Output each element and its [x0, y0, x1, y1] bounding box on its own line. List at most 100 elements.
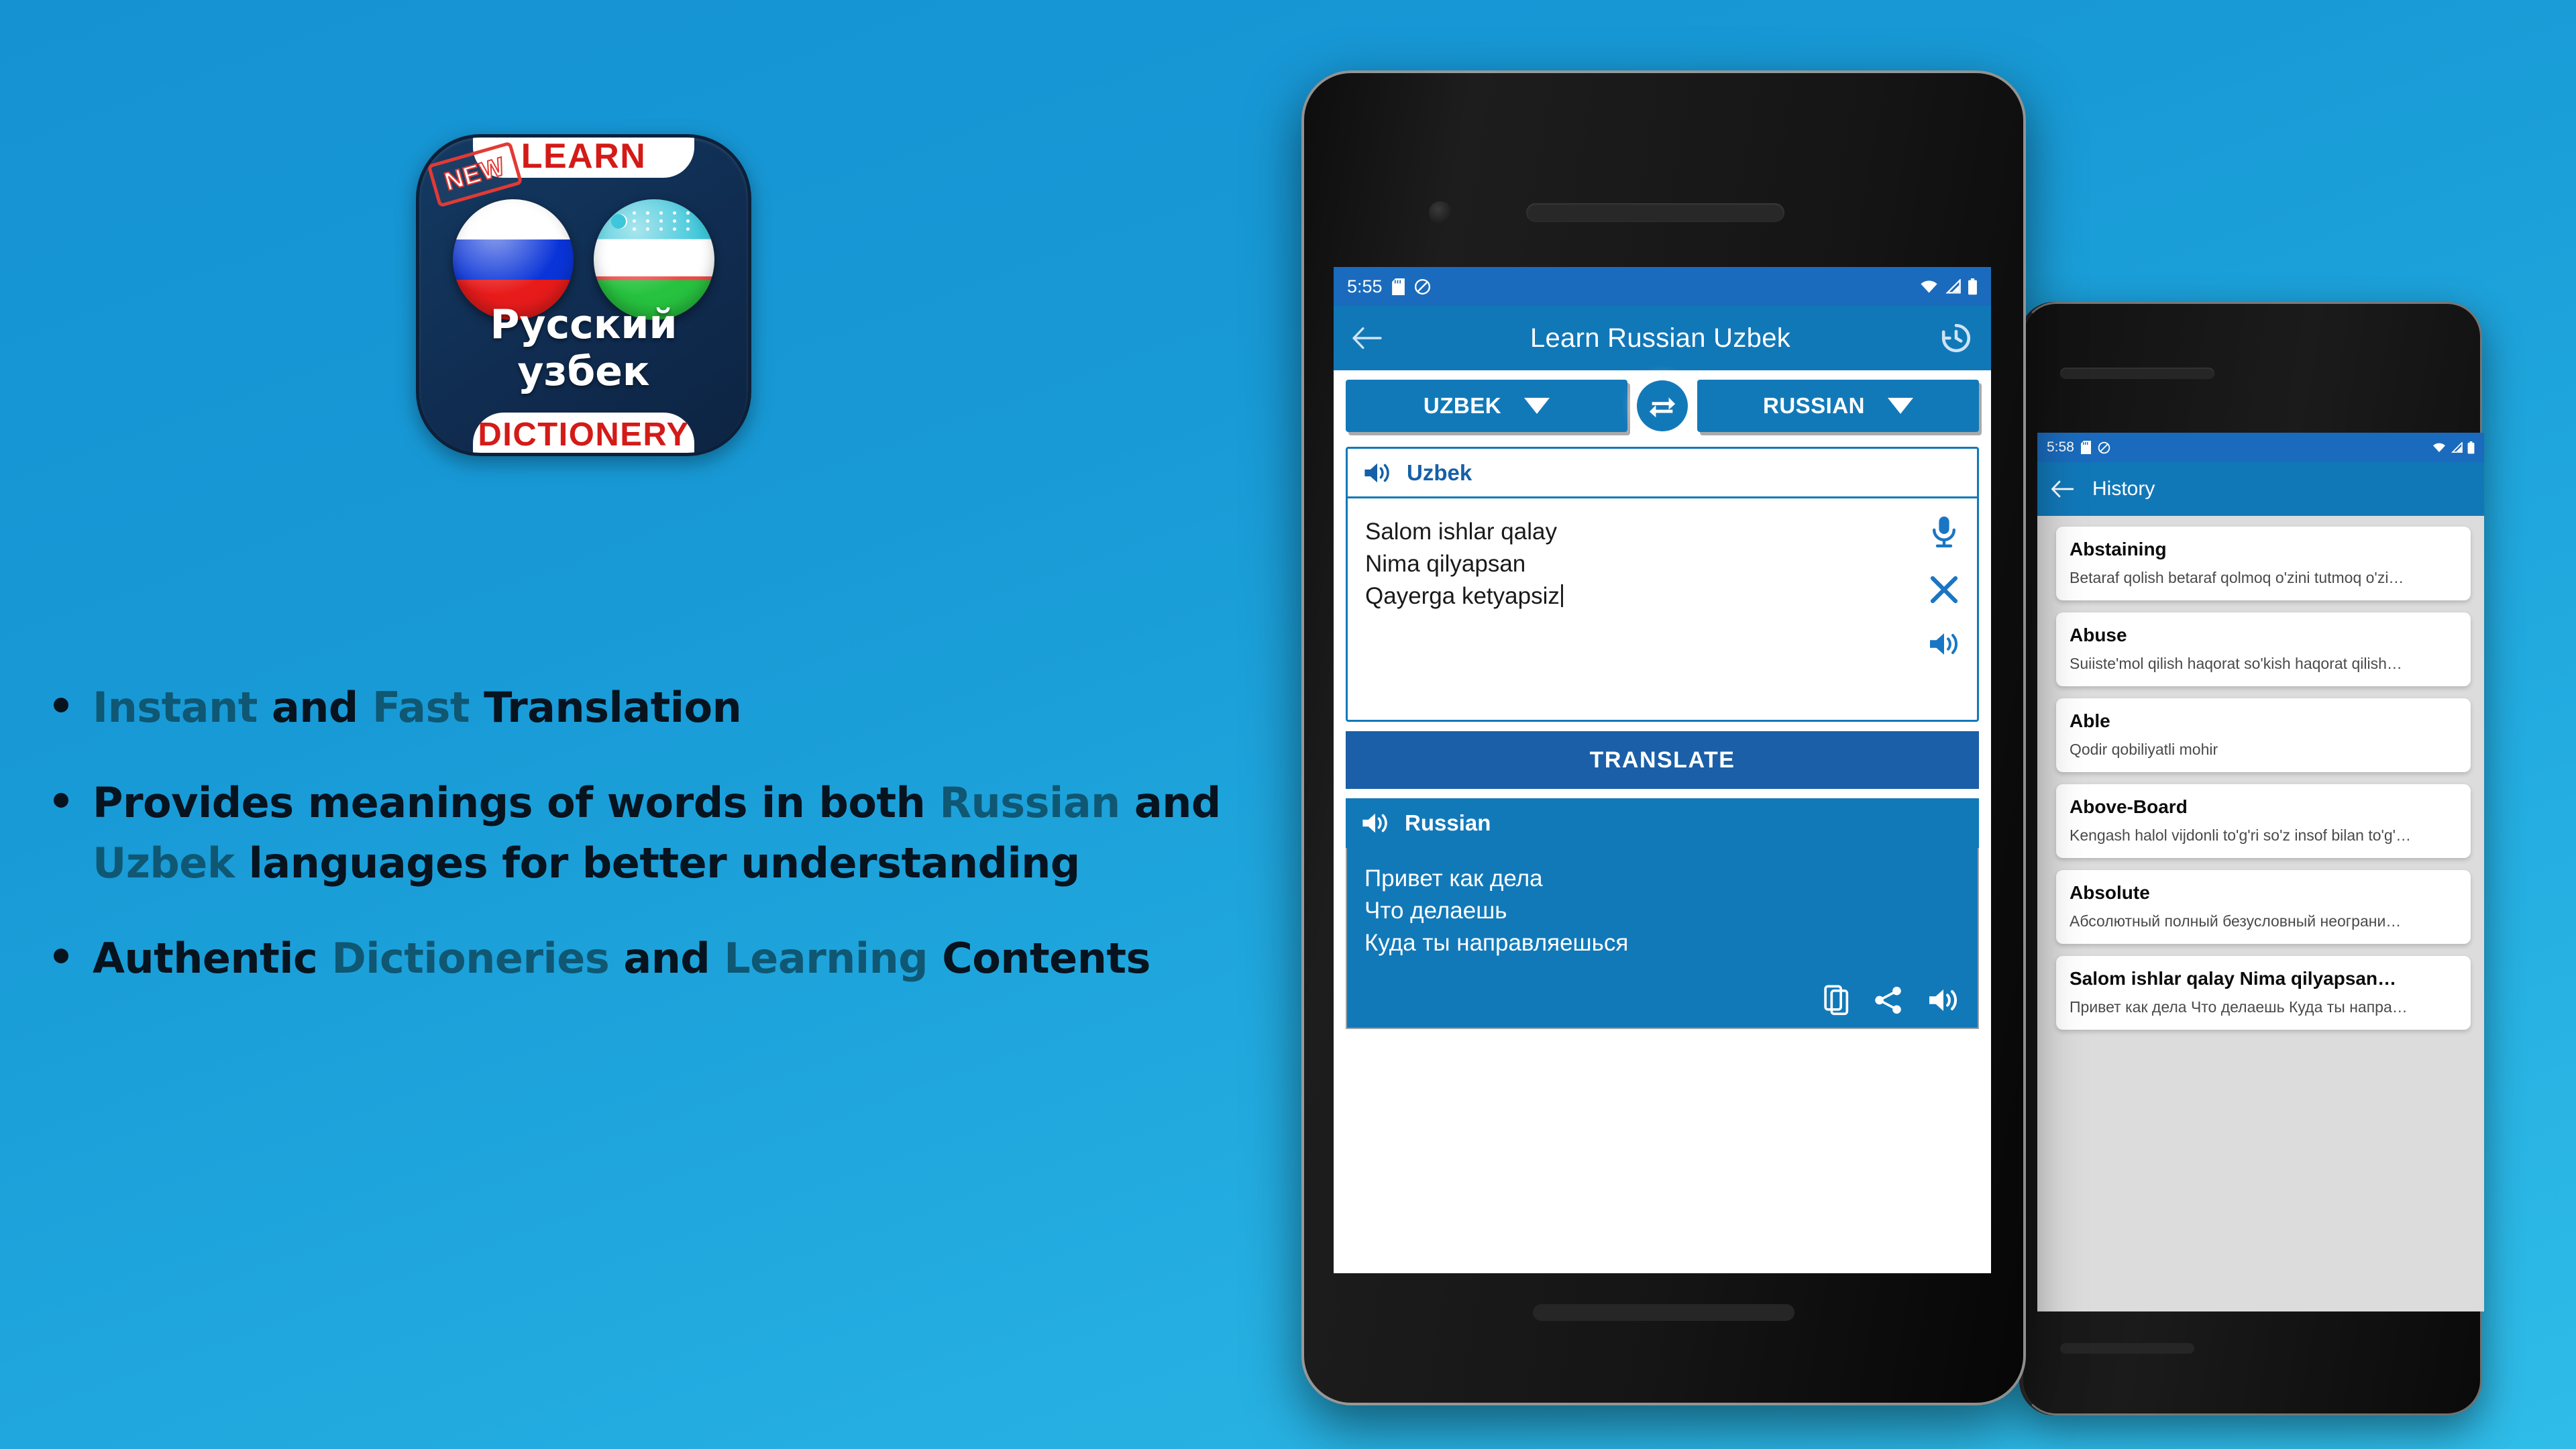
bullet-dot-icon: [54, 792, 68, 808]
feature-list: Instant and Fast Translation Provides mea…: [47, 678, 1248, 1024]
history-item-subtitle: Абсолютный полный безусловный неограни…: [2070, 912, 2402, 930]
history-list-item[interactable]: Abstaining Betaraf qolish betaraf qolmoq …: [2056, 527, 2471, 600]
history-list-item[interactable]: Able Qodir qobiliyatli mohir: [2056, 698, 2471, 772]
feature-highlight: Fast: [372, 683, 470, 732]
feature-item: Instant and Fast Translation: [47, 678, 1248, 738]
status-bar: 5:58: [2037, 433, 2484, 462]
status-time: 5:58: [2047, 439, 2074, 455]
swap-horizontal-icon: [1647, 390, 1678, 421]
history-list-item[interactable]: Above-Board Kengash halol vijdonli to'g'r…: [2056, 784, 2471, 858]
history-item-title: Able: [2070, 710, 2110, 731]
target-language-name: Russian: [1405, 810, 1491, 835]
clear-icon[interactable]: [1928, 574, 1960, 606]
history-list-item[interactable]: Absolute Абсолютный полный безусловный не…: [2056, 870, 2471, 944]
feature-text: Authentic Dictioneries and Learning Cont…: [93, 928, 1150, 989]
target-language-label: RUSSIAN: [1762, 393, 1866, 418]
feature-text: Provides meanings of words in both Russi…: [93, 773, 1248, 894]
source-text-area[interactable]: Salom ishlar qalay Nima qilyapsan Qayerg…: [1348, 498, 1977, 720]
history-list-item[interactable]: Abuse Suiiste'mol qilish haqorat so'kish …: [2056, 612, 2471, 686]
earpiece-speaker: [2060, 368, 2214, 379]
new-badge: NEW: [427, 141, 523, 208]
history-list[interactable]: Abstaining Betaraf qolish betaraf qolmoq …: [2037, 516, 2484, 1030]
feature-plain: Contents: [928, 933, 1150, 983]
speaker-icon[interactable]: [1927, 630, 1961, 658]
battery-icon: [2467, 441, 2475, 454]
chevron-down-icon: [1524, 398, 1550, 414]
chevron-down-icon: [1888, 398, 1914, 414]
app-icon: LEARN NEW Русский узбек DICTIONERY: [416, 134, 751, 456]
source-language-name: Uzbek: [1407, 460, 1472, 485]
back-arrow-icon[interactable]: [1351, 327, 1382, 350]
feature-plain: Translation: [470, 683, 742, 732]
translate-button[interactable]: TRANSLATE: [1346, 731, 1979, 789]
target-panel: Russian Привет как дела Что делаешь Куда…: [1346, 798, 1979, 1029]
feature-plain: languages for better understanding: [234, 838, 1081, 888]
sd-card-icon: [1391, 278, 1405, 295]
sd-card-icon: [2080, 441, 2091, 454]
feature-highlight: Learning: [724, 933, 928, 983]
copy-icon[interactable]: [1823, 985, 1850, 1016]
app-icon-title: Русский узбек: [490, 301, 678, 395]
bullet-dot-icon: [54, 948, 68, 963]
translator-app-bar: Learn Russian Uzbek: [1334, 306, 1991, 370]
wifi-icon: [2432, 442, 2446, 453]
history-item-title: Above-Board: [2070, 796, 2188, 817]
feature-plain: Provides meanings of words in both: [93, 777, 940, 827]
source-panel-header: Uzbek: [1348, 449, 1977, 498]
target-text-value: Привет как дела Что делаешь Куда ты напр…: [1364, 865, 1629, 956]
feature-highlight: Instant: [93, 683, 258, 732]
new-badge-label: NEW: [441, 152, 509, 197]
do-not-disturb-icon: [1414, 278, 1431, 295]
swap-languages-button[interactable]: [1637, 380, 1688, 431]
history-item-subtitle: Qodir qobiliyatli mohir: [2070, 741, 2218, 758]
crescent-moon-icon: [607, 214, 626, 229]
signal-icon: [1945, 279, 1961, 294]
history-app-bar: History: [2037, 462, 2484, 516]
history-item-title: Absolute: [2070, 882, 2150, 903]
app-title: Learn Russian Uzbek: [1529, 323, 1791, 353]
history-item-title: Abstaining: [2070, 539, 2167, 559]
do-not-disturb-icon: [2098, 441, 2110, 454]
speaker-icon[interactable]: [1362, 460, 1392, 486]
phone-history-device: 5:58 History Abstaining Betaraf qolish b…: [2019, 302, 2484, 1415]
target-text-area: Привет как дела Что делаешь Куда ты напр…: [1346, 848, 1979, 1029]
history-item-subtitle: Suiiste'mol qilish haqorat so'kish haqor…: [2070, 655, 2402, 672]
feature-highlight: Dictioneries: [331, 933, 610, 983]
source-action-icons: [1927, 515, 1961, 658]
feature-plain: and: [609, 933, 724, 983]
history-icon[interactable]: [1939, 321, 1974, 356]
feature-text: Instant and Fast Translation: [93, 678, 742, 738]
phone-history-screen: 5:58 History Abstaining Betaraf qolish b…: [2037, 433, 2484, 1311]
target-action-icons: [1823, 985, 1960, 1016]
target-panel-header: Russian: [1346, 798, 1979, 848]
battery-icon: [1968, 278, 1978, 295]
source-language-label: UZBEK: [1423, 393, 1502, 418]
app-icon-learn-label: LEARN: [521, 137, 647, 176]
phone-translator-device: 5:55 Learn Russian Uzbek UZBEK RUSSIAN U…: [1301, 70, 2026, 1405]
source-panel-wrap: Uzbek Salom ishlar qalay Nima qilyapsan …: [1334, 439, 1991, 722]
speaker-icon[interactable]: [1360, 810, 1390, 836]
feature-highlight: Uzbek: [93, 838, 235, 888]
status-time: 5:55: [1347, 276, 1383, 297]
share-icon[interactable]: [1873, 985, 1904, 1016]
history-item-subtitle: Kengash halol vijdonli to'g'ri so'z inso…: [2070, 826, 2412, 844]
phone-translator-screen: 5:55 Learn Russian Uzbek UZBEK RUSSIAN U…: [1334, 267, 1991, 1273]
source-language-dropdown[interactable]: UZBEK: [1346, 380, 1627, 432]
history-item-title: Salom ishlar qalay Nima qilyapsan…: [2070, 968, 2397, 989]
history-item-subtitle: Betaraf qolish betaraf qolmoq o'zini tut…: [2070, 569, 2404, 586]
source-panel: Uzbek Salom ishlar qalay Nima qilyapsan …: [1346, 447, 1979, 722]
front-camera: [1429, 201, 1452, 224]
speaker-icon[interactable]: [1927, 986, 1960, 1014]
wifi-icon: [1920, 279, 1938, 294]
microphone-icon[interactable]: [1928, 515, 1960, 549]
feature-plain: and: [1120, 777, 1221, 827]
history-list-item[interactable]: Salom ishlar qalay Nima qilyapsan… Привет…: [2056, 956, 2471, 1030]
status-bar: 5:55: [1334, 267, 1991, 306]
stars-icon: [633, 211, 700, 235]
target-language-dropdown[interactable]: RUSSIAN: [1697, 380, 1979, 432]
history-item-subtitle: Привет как дела Что делаешь Куда ты напр…: [2070, 998, 2408, 1016]
history-item-title: Abuse: [2070, 625, 2127, 645]
feature-plain: Authentic: [93, 933, 332, 983]
back-arrow-icon[interactable]: [2051, 480, 2074, 498]
language-selector-row: UZBEK RUSSIAN: [1334, 370, 1991, 439]
